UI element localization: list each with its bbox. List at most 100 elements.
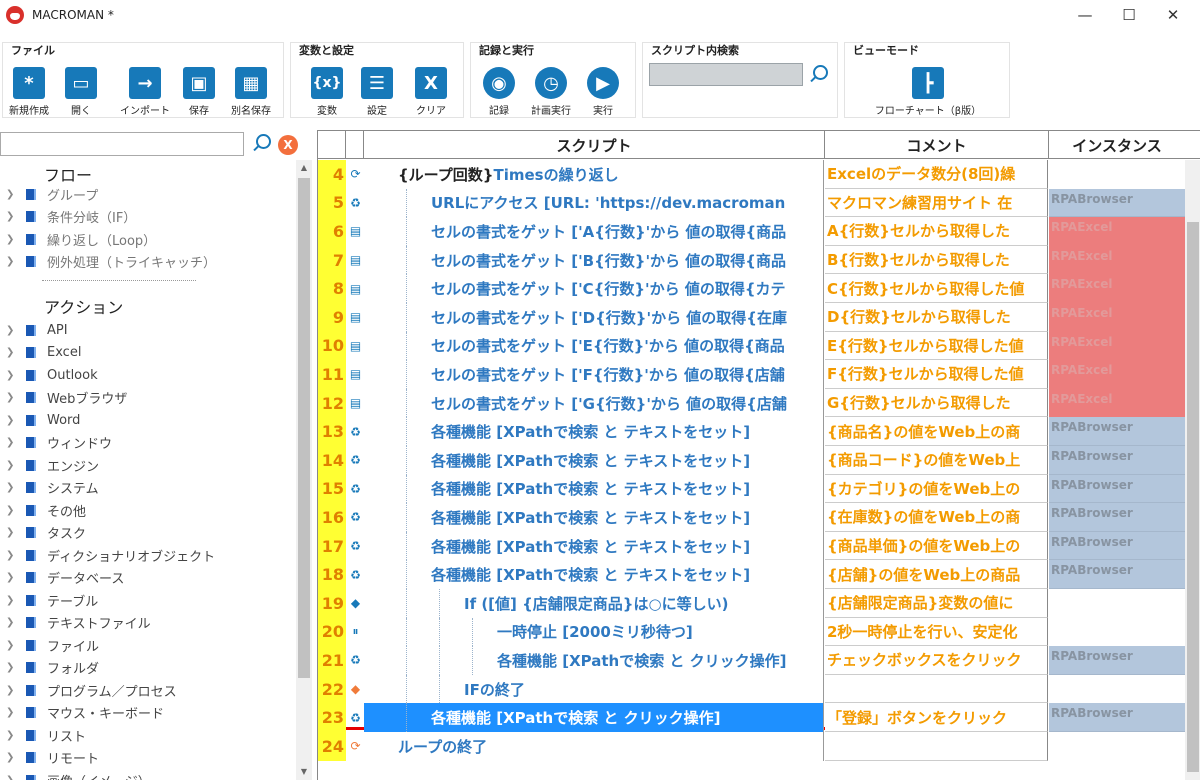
comment-cell[interactable]: マクロマン練習用サイト 在	[825, 188, 1048, 218]
header-comment[interactable]: コメント	[825, 131, 1049, 159]
script-row[interactable]: 11 ▤ セルの書式をゲット ['F{行数}'から 値の取得{店舗 F{行数}セルから…	[318, 360, 1200, 389]
instance-cell[interactable]: RPABrowser	[1049, 646, 1185, 675]
script-row[interactable]: 17 ♻ 各種機能 [XPathで検索 と テキストをセット] {商品単価}の値をWe…	[318, 531, 1200, 561]
expand-chevron-icon[interactable]: ❯	[6, 256, 20, 267]
script-row[interactable]: 19 ◆ If ([値] {店舗限定商品}は○に等しい) {店舗限定商品}変数の値に	[318, 589, 1200, 618]
comment-cell[interactable]: {店舗限定商品}変数の値に	[825, 589, 1048, 618]
expand-chevron-icon[interactable]: ❯	[6, 730, 20, 741]
instance-cell[interactable]: RPAExcel	[1049, 388, 1185, 418]
close-button[interactable]: ✕	[1150, 0, 1196, 30]
script-row[interactable]: 4 ⟳ {ループ回数} Timesの繰り返し Excelのデータ数分(8回)繰	[318, 160, 1200, 189]
script-cell[interactable]: セルの書式をゲット ['B{行数}'から 値の取得{商品	[364, 245, 824, 275]
script-row[interactable]: 20 ⏸ 一時停止 [2000ミリ秒待つ] 2秒一時停止を行い、安定化	[318, 617, 1200, 647]
record-button[interactable]: ◉ 記録	[469, 67, 529, 117]
header-instance[interactable]: インスタンス	[1049, 131, 1185, 159]
sidebar-tree-item[interactable]: ❯ 画像（イメージ）	[0, 769, 296, 780]
instance-cell[interactable]: RPAExcel	[1049, 360, 1185, 389]
sidebar-tree-item[interactable]: ❯ データベース	[0, 567, 296, 589]
sidebar-tree-item[interactable]: ❯ ディクショナリオブジェクト	[0, 544, 296, 566]
clear-button[interactable]: X クリア	[401, 67, 461, 117]
comment-cell[interactable]: B{行数}セルから取得した	[825, 245, 1048, 275]
instance-cell[interactable]: RPABrowser	[1049, 531, 1185, 561]
script-cell[interactable]: 各種機能 [XPathで検索 と テキストをセット]	[364, 531, 824, 561]
script-cell[interactable]: If ([値] {店舗限定商品}は○に等しい)	[364, 589, 824, 618]
script-row[interactable]: 23 ♻ 各種機能 [XPathで検索 と クリック操作] 「登録」ボタンをクリック R…	[318, 703, 1200, 732]
comment-cell[interactable]: Excelのデータ数分(8回)繰	[825, 160, 1048, 189]
expand-chevron-icon[interactable]: ❯	[6, 685, 20, 696]
expand-chevron-icon[interactable]: ❯	[6, 617, 20, 628]
sidebar-tree-item[interactable]: ❯ リモート	[0, 747, 296, 769]
comment-cell[interactable]: D{行数}セルから取得した	[825, 303, 1048, 332]
script-cell[interactable]: {ループ回数} Timesの繰り返し	[364, 160, 824, 189]
flowchart-button[interactable]: ┣ フローチャート（β版）	[853, 67, 1003, 117]
sidebar-tree-item[interactable]: ❯ Outlook	[0, 364, 296, 386]
comment-cell[interactable]: {カテゴリ}の値をWeb上の	[825, 474, 1048, 504]
instance-cell[interactable]: RPAExcel	[1049, 217, 1185, 246]
instance-cell[interactable]: RPABrowser	[1049, 188, 1185, 218]
comment-cell[interactable]: チェックボックスをクリック	[825, 646, 1048, 675]
expand-chevron-icon[interactable]: ❯	[6, 775, 20, 780]
expand-chevron-icon[interactable]: ❯	[6, 189, 20, 200]
script-cell[interactable]: セルの書式をゲット ['D{行数}'から 値の取得{在庫	[364, 303, 824, 332]
sidebar-clear-icon[interactable]: X	[278, 135, 298, 155]
sidebar-tree-item[interactable]: ❯ 繰り返し（Loop）	[0, 228, 296, 250]
sidebar-tree-item[interactable]: ❯ ウィンドウ	[0, 432, 296, 454]
comment-cell[interactable]: {在庫数}の値をWeb上の商	[825, 503, 1048, 532]
comment-cell[interactable]: G{行数}セルから取得した	[825, 388, 1048, 418]
script-row[interactable]: 10 ▤ セルの書式をゲット ['E{行数}'から 値の取得{商品 E{行数}セルから…	[318, 331, 1200, 361]
sidebar-tree-item[interactable]: ❯ グループ	[0, 183, 296, 205]
script-cell[interactable]: 各種機能 [XPathで検索 と テキストをセット]	[364, 503, 824, 532]
expand-chevron-icon[interactable]: ❯	[6, 325, 20, 336]
instance-cell[interactable]: RPABrowser	[1049, 446, 1185, 475]
sidebar-tree-item[interactable]: ❯ リスト	[0, 724, 296, 746]
script-cell[interactable]: セルの書式をゲット ['E{行数}'から 値の取得{商品	[364, 331, 824, 361]
open-button[interactable]: ▭ 開く	[51, 67, 111, 117]
comment-cell[interactable]: 「登録」ボタンをクリック	[825, 703, 1048, 732]
save-button[interactable]: ▣ 保存	[169, 67, 229, 117]
expand-chevron-icon[interactable]: ❯	[6, 460, 20, 471]
script-cell[interactable]: 各種機能 [XPathで検索 と テキストをセット]	[364, 446, 824, 475]
instance-cell[interactable]: RPAExcel	[1049, 331, 1185, 361]
comment-cell[interactable]	[825, 732, 1048, 761]
sidebar-scrollbar[interactable]: ▲ ▼	[296, 160, 312, 780]
instance-cell[interactable]: RPAExcel	[1049, 245, 1185, 275]
comment-cell[interactable]: {商品コード}の値をWeb上	[825, 446, 1048, 475]
minimize-button[interactable]: —	[1062, 0, 1108, 30]
import-button[interactable]: → インポート	[115, 67, 175, 117]
instance-cell[interactable]	[1049, 732, 1185, 761]
expand-chevron-icon[interactable]: ❯	[6, 527, 20, 538]
scheduled-run-button[interactable]: ◷ 計画実行	[521, 67, 581, 117]
instance-cell[interactable]	[1049, 589, 1185, 618]
script-cell[interactable]: ループの終了	[364, 732, 824, 761]
script-cell[interactable]: 各種機能 [XPathで検索 と テキストをセット]	[364, 560, 824, 589]
expand-chevron-icon[interactable]: ❯	[6, 572, 20, 583]
comment-cell[interactable]: {商品単価}の値をWeb上の	[825, 531, 1048, 561]
settings-button[interactable]: ☰ 設定	[347, 67, 407, 117]
sidebar-tree-item[interactable]: ❯ エンジン	[0, 454, 296, 476]
sidebar-tree-item[interactable]: ❯ Excel	[0, 342, 296, 364]
comment-cell[interactable]	[825, 674, 1048, 704]
sidebar-tree-item[interactable]: ❯ プログラム／プロセス	[0, 679, 296, 701]
instance-cell[interactable]	[1049, 618, 1185, 647]
script-row[interactable]: 9 ▤ セルの書式をゲット ['D{行数}'から 値の取得{在庫 D{行数}セルから取…	[318, 303, 1200, 332]
sidebar-tree-item[interactable]: ❯ システム	[0, 477, 296, 499]
comment-cell[interactable]: C{行数}セルから取得した値	[825, 274, 1048, 303]
search-icon[interactable]	[809, 65, 828, 83]
expand-chevron-icon[interactable]: ❯	[6, 211, 20, 222]
header-script[interactable]: スクリプト	[364, 131, 825, 159]
sidebar-tree-item[interactable]: ❯ ファイル	[0, 634, 296, 656]
comment-cell[interactable]: F{行数}セルから取得した値	[825, 360, 1048, 389]
expand-chevron-icon[interactable]: ❯	[6, 707, 20, 718]
instance-cell[interactable]: RPABrowser	[1049, 474, 1185, 504]
script-search-input[interactable]	[649, 63, 803, 86]
instance-cell[interactable]: RPABrowser	[1049, 703, 1185, 732]
sidebar-tree-item[interactable]: ❯ Word	[0, 409, 296, 431]
expand-chevron-icon[interactable]: ❯	[6, 482, 20, 493]
script-cell[interactable]: 各種機能 [XPathで検索 と クリック操作]	[364, 703, 824, 732]
script-cell[interactable]: 各種機能 [XPathで検索 と テキストをセット]	[364, 417, 824, 446]
comment-cell[interactable]: {商品名}の値をWeb上の商	[825, 417, 1048, 446]
sidebar-tree-item[interactable]: ❯ 条件分岐（IF）	[0, 206, 296, 228]
scroll-thumb[interactable]	[298, 178, 310, 678]
expand-chevron-icon[interactable]: ❯	[6, 595, 20, 606]
save-as-button[interactable]: ▦ 別名保存	[221, 67, 281, 117]
